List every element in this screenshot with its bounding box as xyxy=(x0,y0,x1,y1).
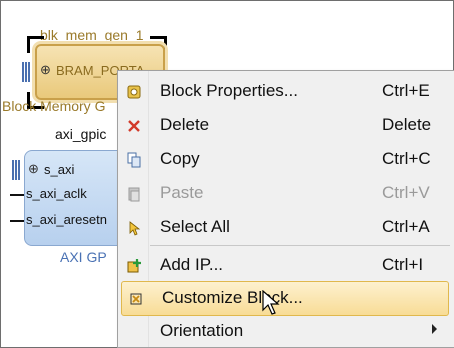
menu-separator xyxy=(150,245,450,246)
menu-item-delete[interactable]: Delete Delete xyxy=(120,109,450,142)
menu-item-add-ip[interactable]: Add IP... Ctrl+I xyxy=(120,249,450,282)
delete-icon xyxy=(126,118,142,134)
menu-item-block-properties[interactable]: Block Properties... Ctrl+E xyxy=(120,75,450,108)
axi-block-instance-name: axi_gpic xyxy=(55,126,107,142)
expand-port-icon[interactable]: ⊕ xyxy=(28,161,39,177)
menu-item-shortcut: Ctrl+I xyxy=(382,255,424,274)
port-pin[interactable] xyxy=(10,194,24,196)
port-pin[interactable] xyxy=(10,220,24,222)
axi-port-label: s_axi_aclk xyxy=(26,186,87,201)
block-properties-icon xyxy=(126,84,142,100)
menu-item-label: Orientation xyxy=(160,321,244,340)
menu-item-copy[interactable]: Copy Ctrl+C xyxy=(120,143,450,176)
menu-item-shortcut: Ctrl+A xyxy=(382,217,430,236)
menu-item-label: Add IP... xyxy=(160,255,224,274)
customize-block-icon xyxy=(128,291,144,307)
add-ip-icon xyxy=(126,258,142,274)
menu-item-orientation[interactable]: Orientation xyxy=(120,315,450,348)
context-menu: Block Properties... Ctrl+E Delete Delete… xyxy=(117,70,454,348)
menu-item-paste: Paste Ctrl+V xyxy=(120,177,450,210)
menu-item-label: Customize Block... xyxy=(162,288,303,307)
menu-item-customize-block[interactable]: Customize Block... xyxy=(121,281,449,316)
axi-block-type-label: AXI GP xyxy=(60,249,107,265)
menu-item-select-all[interactable]: Select All Ctrl+A xyxy=(120,211,450,244)
menu-item-shortcut: Ctrl+C xyxy=(382,149,431,168)
paste-icon xyxy=(126,186,142,202)
select-all-icon xyxy=(126,220,142,236)
menu-item-shortcut: Ctrl+E xyxy=(382,81,430,100)
axi-port-bus-marker xyxy=(12,160,20,180)
menu-item-shortcut: Ctrl+V xyxy=(382,183,430,202)
menu-item-label: Select All xyxy=(160,217,230,236)
menu-item-label: Paste xyxy=(160,183,204,202)
bram-block-type-label: Block Memory G xyxy=(2,98,106,114)
menu-item-label: Block Properties... xyxy=(160,81,298,100)
axi-port-label: s_axi xyxy=(44,162,75,177)
bram-block-instance-name: blk_mem_gen_1 xyxy=(40,27,144,43)
menu-item-label: Delete xyxy=(160,115,210,134)
bram-port-bus-marker xyxy=(22,62,30,82)
menu-item-shortcut: Delete xyxy=(382,115,432,134)
menu-item-label: Copy xyxy=(160,149,200,168)
copy-icon xyxy=(126,152,142,168)
axi-port-label: s_axi_aresetn xyxy=(26,212,107,227)
mouse-cursor-icon xyxy=(262,290,280,315)
submenu-arrow-icon xyxy=(432,324,437,334)
expand-port-icon[interactable]: ⊕ xyxy=(40,62,51,78)
